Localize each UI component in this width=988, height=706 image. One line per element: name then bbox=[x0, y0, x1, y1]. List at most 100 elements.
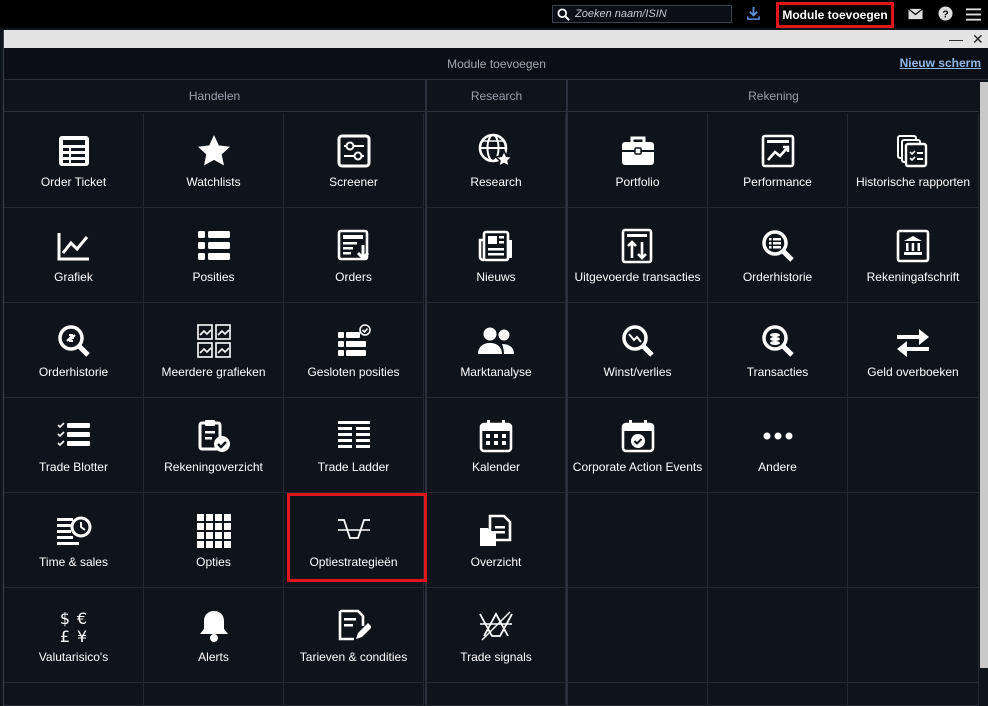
empty-cell bbox=[4, 683, 144, 706]
empty-cell bbox=[708, 493, 848, 588]
empty-cell bbox=[848, 493, 979, 588]
options-grid-icon bbox=[196, 514, 231, 548]
tile-watchlists[interactable]: Watchlists bbox=[144, 113, 284, 208]
tile-order-ticket[interactable]: Order Ticket bbox=[4, 113, 144, 208]
tile-label: Order Ticket bbox=[40, 175, 107, 189]
tile-trade-blotter[interactable]: Trade Blotter bbox=[4, 398, 144, 493]
tile-kalender[interactable]: Kalender bbox=[427, 398, 566, 493]
tile-historische-rapporten[interactable]: Historische rapporten bbox=[848, 113, 979, 208]
svg-text:€: € bbox=[76, 609, 86, 628]
tile-marktanalyse[interactable]: Marktanalyse bbox=[427, 303, 566, 398]
empty-cell bbox=[848, 588, 979, 683]
search-box[interactable] bbox=[552, 5, 732, 23]
empty-cell bbox=[144, 683, 284, 706]
tile-label: Transacties bbox=[746, 365, 809, 379]
multi-chart-icon bbox=[196, 324, 231, 358]
scrollbar-thumb[interactable] bbox=[980, 82, 988, 668]
search-input[interactable] bbox=[575, 8, 725, 20]
tile-optiestrategieen[interactable]: Optiestrategieën bbox=[284, 493, 424, 588]
tile-performance[interactable]: Performance bbox=[708, 113, 848, 208]
document-edit-icon bbox=[338, 609, 371, 641]
tile-label: Nieuws bbox=[476, 270, 516, 284]
performance-icon bbox=[761, 134, 794, 168]
menu-icon[interactable] bbox=[966, 8, 981, 21]
close-icon[interactable]: ✕ bbox=[972, 30, 984, 48]
tile-transacties[interactable]: Transacties bbox=[708, 303, 848, 398]
tile-rekeningafschrift[interactable]: Rekeningafschrift bbox=[848, 208, 979, 303]
help-icon[interactable]: ? bbox=[938, 6, 953, 21]
tile-tarieven[interactable]: Tarieven & condities bbox=[284, 588, 424, 683]
tile-label: Portfolio bbox=[615, 175, 660, 189]
tile-label: Time & sales bbox=[39, 555, 108, 569]
tile-valutarisico[interactable]: $ € £ ¥ Valutarisico's bbox=[4, 588, 144, 683]
empty-cell bbox=[848, 683, 979, 706]
empty-cell bbox=[568, 683, 708, 706]
tile-label: Orderhistorie bbox=[38, 365, 109, 379]
tile-portfolio[interactable]: Portfolio bbox=[568, 113, 708, 208]
empty-cell bbox=[708, 588, 848, 683]
new-screen-link[interactable]: Nieuw scherm bbox=[900, 56, 981, 70]
executed-transactions-icon bbox=[621, 228, 652, 264]
tile-meerdere-grafieken[interactable]: Meerdere grafieken bbox=[144, 303, 284, 398]
tile-label: Uitgevoerde transacties bbox=[574, 270, 701, 284]
tile-geld-overboeken[interactable]: Geld overboeken bbox=[848, 303, 979, 398]
minimize-icon[interactable]: — bbox=[949, 30, 963, 48]
tile-orderhistorie-rek[interactable]: Orderhistorie bbox=[708, 208, 848, 303]
section-header-rekening: Rekening bbox=[568, 80, 979, 112]
tile-time-sales[interactable]: Time & sales bbox=[4, 493, 144, 588]
tile-orders[interactable]: Orders bbox=[284, 208, 424, 303]
tile-label: Posities bbox=[192, 270, 235, 284]
empty-cell bbox=[848, 398, 979, 493]
tile-label: Rekeningafschrift bbox=[866, 270, 960, 284]
tile-alerts[interactable]: Alerts bbox=[144, 588, 284, 683]
tile-research[interactable]: Research bbox=[427, 113, 566, 208]
tile-label: Watchlists bbox=[186, 175, 241, 189]
tile-corporate-action[interactable]: Corporate Action Events bbox=[568, 398, 708, 493]
tile-screener[interactable]: Screener bbox=[284, 113, 424, 208]
download-icon[interactable] bbox=[746, 6, 761, 21]
list-icon bbox=[197, 231, 230, 260]
tile-label: Trade signals bbox=[460, 650, 532, 664]
profit-loss-icon bbox=[621, 325, 654, 357]
tile-label: Andere bbox=[758, 460, 797, 474]
tile-trade-ladder[interactable]: Trade Ladder bbox=[284, 398, 424, 493]
tile-trade-signals[interactable]: Trade signals bbox=[427, 588, 566, 683]
add-module-button[interactable]: Module toevoegen bbox=[776, 2, 894, 28]
bank-statement-icon bbox=[896, 229, 930, 263]
tile-opties[interactable]: Opties bbox=[144, 493, 284, 588]
screener-icon bbox=[337, 134, 370, 168]
folder-document-icon bbox=[480, 514, 512, 546]
trade-ladder-icon bbox=[337, 421, 370, 448]
tile-label: Overzicht bbox=[470, 555, 522, 569]
tile-label: Tarieven & condities bbox=[299, 650, 408, 664]
tile-winst-verlies[interactable]: Winst/verlies bbox=[568, 303, 708, 398]
tile-posities[interactable]: Posities bbox=[144, 208, 284, 303]
users-icon bbox=[478, 327, 514, 354]
tile-overzicht[interactable]: Overzicht bbox=[427, 493, 566, 588]
tile-uitgevoerde-transacties[interactable]: Uitgevoerde transacties bbox=[568, 208, 708, 303]
empty-cell bbox=[568, 588, 708, 683]
top-toolbar: Module toevoegen ? bbox=[0, 0, 988, 28]
search-icon bbox=[557, 7, 570, 21]
tile-label: Gesloten posities bbox=[307, 365, 400, 379]
tile-andere[interactable]: Andere bbox=[708, 398, 848, 493]
order-history-icon bbox=[57, 325, 90, 357]
mail-icon[interactable] bbox=[908, 8, 923, 20]
svg-text:£: £ bbox=[59, 627, 69, 644]
tile-orderhistorie[interactable]: Orderhistorie bbox=[4, 303, 144, 398]
tile-rekeningoverzicht[interactable]: Rekeningoverzicht bbox=[144, 398, 284, 493]
tile-label: Trade Blotter bbox=[39, 460, 108, 474]
newspaper-icon bbox=[478, 230, 512, 262]
time-sales-icon bbox=[56, 516, 91, 545]
tile-nieuws[interactable]: Nieuws bbox=[427, 208, 566, 303]
empty-cell bbox=[284, 683, 424, 706]
trade-signals-icon bbox=[479, 611, 513, 641]
tile-label: Research bbox=[470, 175, 522, 189]
tile-label: Historische rapporten bbox=[855, 175, 971, 189]
empty-cell bbox=[568, 493, 708, 588]
calendar-icon bbox=[479, 420, 513, 453]
tile-grafiek[interactable]: Grafiek bbox=[4, 208, 144, 303]
more-dots-icon bbox=[763, 432, 792, 440]
tile-gesloten-posities[interactable]: Gesloten posities bbox=[284, 303, 424, 398]
tile-label: Grafiek bbox=[54, 270, 93, 284]
